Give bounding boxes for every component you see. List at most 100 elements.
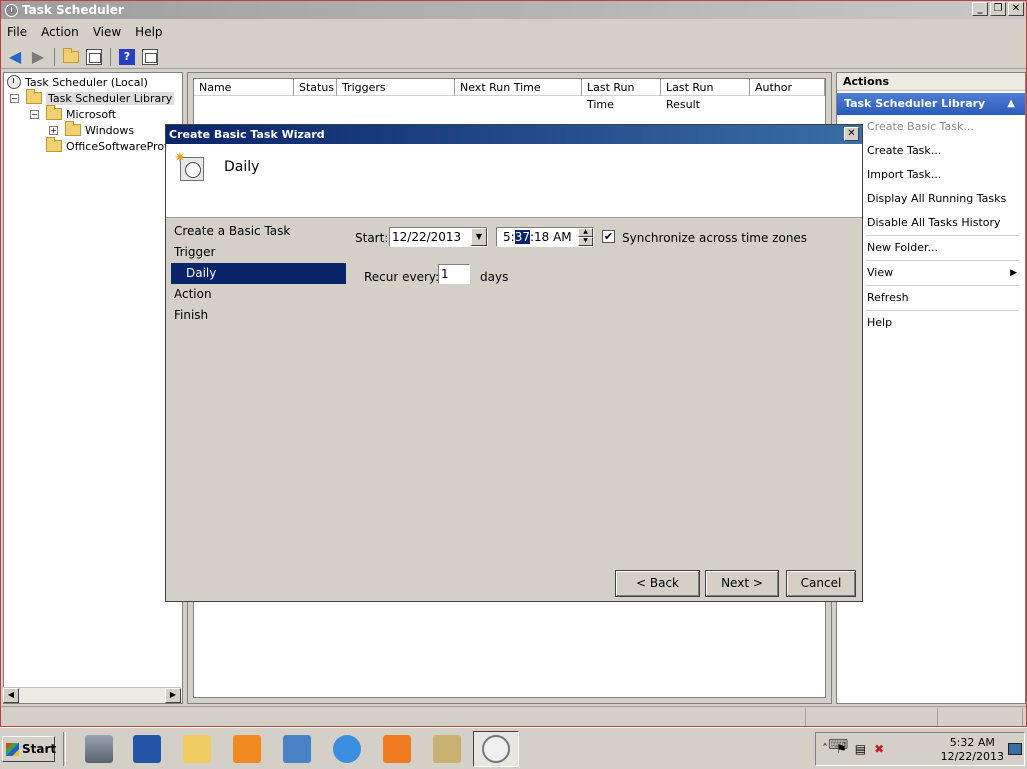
- step-trigger[interactable]: Trigger: [171, 242, 346, 263]
- step-daily[interactable]: Daily: [171, 263, 346, 284]
- menu-help[interactable]: Help: [135, 25, 162, 39]
- back-button[interactable]: < Back: [615, 570, 700, 597]
- action-view[interactable]: View ▶: [837, 261, 1025, 285]
- status-section: [1, 708, 806, 726]
- tree-label: Microsoft: [66, 107, 117, 121]
- control-panel-icon[interactable]: [274, 731, 320, 767]
- system-tray: ˆ ⚑ ▤ ✖ 5:32 AM 12/22/2013: [815, 732, 1025, 766]
- time-minute-selected: 37: [514, 230, 530, 244]
- clock[interactable]: 5:32 AM 12/22/2013: [941, 736, 1004, 764]
- security-lock-icon[interactable]: [374, 731, 420, 767]
- server-manager-icon[interactable]: [76, 731, 122, 767]
- task-scheduler-window: Task Scheduler _ ❐ ✕ File Action View He…: [0, 0, 1027, 727]
- actions-title: Actions: [837, 73, 1025, 91]
- next-button[interactable]: Next >: [705, 570, 779, 597]
- show-hidden-icons-icon[interactable]: ˆ: [822, 742, 828, 756]
- up-folder-icon[interactable]: [61, 47, 81, 66]
- clock-icon: [7, 75, 21, 89]
- collapse-icon[interactable]: −: [10, 93, 19, 103]
- clock-time: 5:32 AM: [949, 736, 995, 749]
- folder-icon: [46, 105, 62, 120]
- action-display-running-tasks[interactable]: Display All Running Tasks: [837, 187, 1025, 211]
- show-desktop-icon[interactable]: [1008, 743, 1022, 755]
- actions-section-label: Task Scheduler Library: [844, 97, 986, 110]
- close-button[interactable]: ✕: [1008, 2, 1024, 16]
- collapse-icon[interactable]: −: [30, 109, 39, 119]
- office-app-icon[interactable]: [224, 731, 270, 767]
- dialog-close-button[interactable]: ✕: [844, 127, 859, 141]
- start-date-picker[interactable]: 12/22/2013 ▼: [389, 227, 488, 247]
- action-help[interactable]: Help: [837, 311, 1025, 335]
- action-create-task[interactable]: Create Task...: [837, 139, 1025, 163]
- action-disable-tasks-history[interactable]: Disable All Tasks History: [837, 211, 1025, 235]
- forward-arrow-icon[interactable]: ▶: [28, 47, 48, 66]
- column-last-run-result[interactable]: Last Run Result: [661, 79, 750, 111]
- tree-item-microsoft[interactable]: − Microsoft: [30, 105, 117, 122]
- column-name[interactable]: Name: [194, 79, 294, 96]
- step-finish[interactable]: Finish: [171, 305, 346, 326]
- task-scheduler-taskbar-icon[interactable]: [473, 731, 519, 767]
- tree-label: Task Scheduler Library: [46, 91, 175, 105]
- menu-action[interactable]: Action: [41, 25, 79, 39]
- help-icon[interactable]: ?: [117, 48, 137, 66]
- tree-horizontal-scrollbar[interactable]: ◀ ▶: [3, 687, 181, 703]
- spin-down-icon[interactable]: ▼: [578, 237, 593, 246]
- folder-icon: [65, 121, 81, 136]
- scroll-right-icon[interactable]: ▶: [165, 688, 181, 703]
- network-tool-icon[interactable]: [424, 731, 470, 767]
- status-section: [938, 708, 1023, 726]
- internet-explorer-icon[interactable]: [324, 731, 370, 767]
- expand-icon[interactable]: +: [49, 125, 58, 135]
- action-new-folder[interactable]: New Folder...: [837, 236, 1025, 260]
- folder-icon: [46, 137, 62, 152]
- dialog-header-title: Daily: [224, 159, 260, 175]
- network-icon[interactable]: ▤: [855, 742, 866, 756]
- actions-section-header[interactable]: Task Scheduler Library ▲: [837, 93, 1025, 115]
- recur-unit-label: days: [480, 270, 509, 284]
- menu-view[interactable]: View: [93, 25, 121, 39]
- file-explorer-icon[interactable]: [174, 731, 220, 767]
- show-hide-tree-icon[interactable]: [84, 48, 104, 66]
- time-spinner[interactable]: ▲ ▼: [578, 228, 593, 246]
- recur-every-input[interactable]: 1: [438, 264, 470, 284]
- powershell-icon[interactable]: [124, 731, 170, 767]
- step-action[interactable]: Action: [171, 284, 346, 305]
- dialog-title-bar: Create Basic Task Wizard ✕: [166, 125, 862, 144]
- step-create-basic-task[interactable]: Create a Basic Task: [171, 221, 346, 242]
- menu-bar: File Action View Help: [1, 22, 1026, 42]
- collapse-caret-icon[interactable]: ▲: [1007, 93, 1015, 115]
- tree-item-office[interactable]: OfficeSoftwareProte: [46, 137, 175, 154]
- action-refresh[interactable]: Refresh: [837, 286, 1025, 310]
- tree-item-root[interactable]: Task Scheduler (Local): [7, 74, 148, 90]
- tree-label: Windows: [85, 123, 135, 137]
- column-headers: Name Status Triggers Next Run Time Last …: [194, 79, 825, 111]
- task-scheduler-icon: [5, 3, 18, 17]
- sync-time-zones-label: Synchronize across time zones: [622, 231, 808, 245]
- tree-label: Task Scheduler (Local): [25, 75, 148, 89]
- tree-item-library[interactable]: − Task Scheduler Library: [10, 89, 175, 106]
- cancel-button[interactable]: Cancel: [786, 570, 856, 597]
- sync-time-zones-checkbox[interactable]: ✔: [602, 230, 615, 243]
- column-author[interactable]: Author: [750, 79, 825, 96]
- action-import-task[interactable]: Import Task...: [837, 163, 1025, 187]
- action-center-flag-icon[interactable]: ⚑: [836, 742, 847, 756]
- dropdown-arrow-icon[interactable]: ▼: [471, 228, 487, 246]
- column-triggers[interactable]: Triggers: [337, 79, 455, 96]
- column-next-run-time[interactable]: Next Run Time: [455, 79, 582, 96]
- restore-button[interactable]: ❐: [990, 2, 1006, 16]
- minimize-button[interactable]: _: [972, 2, 988, 16]
- scroll-left-icon[interactable]: ◀: [3, 688, 19, 703]
- start-time-field[interactable]: 5:37:18 AM ▲ ▼: [496, 227, 594, 247]
- tree-item-windows[interactable]: + Windows: [49, 121, 135, 138]
- spin-up-icon[interactable]: ▲: [578, 228, 593, 237]
- action-create-basic-task[interactable]: Create Basic Task...: [837, 115, 1025, 139]
- column-last-run-time[interactable]: Last Run Time: [582, 79, 661, 111]
- start-button[interactable]: Start: [2, 736, 56, 762]
- volume-muted-icon[interactable]: ✖: [874, 742, 884, 756]
- column-status[interactable]: Status: [294, 79, 337, 96]
- show-hide-action-pane-icon[interactable]: [140, 48, 160, 66]
- folder-icon: [26, 89, 42, 104]
- back-arrow-icon[interactable]: ◀: [5, 47, 25, 66]
- actions-pane: Actions Task Scheduler Library ▲ Create …: [836, 72, 1026, 704]
- menu-file[interactable]: File: [7, 25, 27, 39]
